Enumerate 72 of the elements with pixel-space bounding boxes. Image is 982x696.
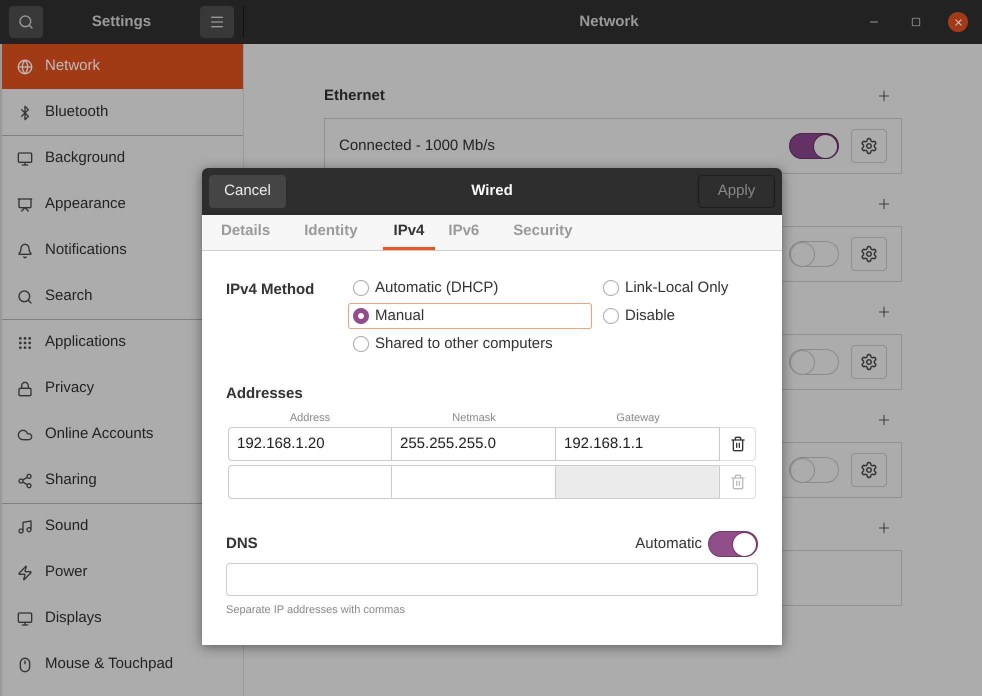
lock-icon [17,380,33,396]
settings-icon [860,137,878,155]
address-field[interactable] [228,465,392,499]
menu-icon [209,14,225,30]
radio-button[interactable] [603,280,619,296]
add-icon[interactable] [876,520,892,536]
radio-option[interactable]: Automatic (DHCP) [348,275,592,301]
settings-button[interactable] [851,345,887,379]
menu-button[interactable] [200,6,234,38]
sidebar-item[interactable]: Mouse & Touchpad [2,642,243,687]
grid-icon [17,334,33,350]
addresses-title: Addresses [226,384,304,404]
globe-icon [17,58,33,74]
sidebar-item[interactable]: Bluetooth [2,90,243,135]
tab[interactable]: IPv4 [382,215,436,250]
column-header: Address [288,410,332,426]
lightning-icon [17,564,33,580]
radio-option[interactable]: Disable [598,303,758,329]
close-button[interactable] [948,12,968,32]
settings-button[interactable] [851,237,887,271]
radio-button[interactable] [603,308,619,324]
search-icon [18,14,34,30]
radio-option[interactable]: Link-Local Only [598,275,758,301]
trash-icon [730,474,746,490]
cloud-icon [17,426,33,442]
radio-button[interactable] [353,336,369,352]
share-icon [17,472,33,488]
radio-option[interactable]: Manual [348,303,592,329]
sidebar-title: Settings [92,12,152,32]
add-icon[interactable] [876,196,892,212]
settings-icon [860,245,878,263]
cancel-button[interactable]: Cancel [209,175,286,208]
toggle-switch[interactable] [708,531,758,557]
bell-icon [17,242,33,258]
toggle-switch[interactable] [789,457,839,483]
toggle-switch[interactable] [789,349,839,375]
dialog-title: Wired [471,181,513,202]
column-header: Netmask [451,410,497,426]
add-icon[interactable] [876,304,892,320]
search-icon [17,288,33,304]
settings-icon [860,353,878,371]
music-note-icon [17,518,33,534]
radio-button[interactable] [353,308,369,324]
toggle-switch[interactable] [789,133,839,159]
gateway-field[interactable]: 192.168.1.1 [556,427,720,461]
automatic-label: Automatic [635,534,702,554]
sidebar-item[interactable]: Applications [2,320,243,365]
trash-icon [730,436,746,452]
section-title: Ethernet [324,86,385,106]
add-icon[interactable] [876,412,892,428]
maximize-icon [911,17,921,27]
dns-hint: Separate IP addresses with commas [226,603,406,618]
netmask-field[interactable]: 255.255.255.0 [392,427,556,461]
toggle-switch[interactable] [789,241,839,267]
add-icon[interactable] [876,88,892,104]
dns-field[interactable] [226,563,758,596]
window-title: Network [579,12,639,32]
close-icon [952,16,964,28]
delete-button[interactable] [720,427,756,461]
sidebar-item[interactable]: Sharing [2,458,243,503]
settings-button[interactable] [851,453,887,487]
settings-icon [860,461,878,479]
column-header: Gateway [615,410,661,426]
address-field[interactable]: 192.168.1.20 [228,427,392,461]
mouse-icon [17,656,33,672]
radio-button[interactable] [353,280,369,296]
netmask-field[interactable] [392,465,556,499]
radio-option[interactable]: Shared to other computers [348,331,592,357]
method-label: IPv4 Method [226,280,316,300]
settings-button[interactable] [851,129,887,163]
search-button[interactable] [9,6,43,38]
connection-status: Connected - 1000 Mb/s [339,136,495,156]
